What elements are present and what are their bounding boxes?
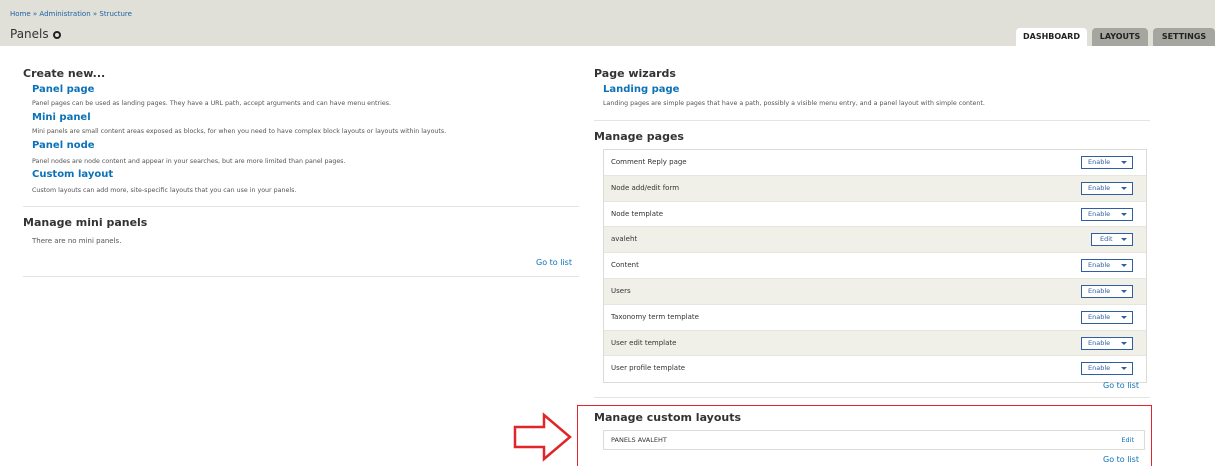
shortcut-icon[interactable]: [53, 31, 61, 39]
button-label: Enable: [1088, 364, 1111, 373]
breadcrumb-administration[interactable]: Administration: [39, 10, 90, 18]
enable-dropdown-button[interactable]: Enable: [1081, 259, 1133, 273]
table-row: PANELS AVALEHT Edit: [603, 430, 1145, 450]
manage-pages-table: Comment Reply page Enable Node add/edit …: [603, 149, 1147, 384]
layout-name: PANELS AVALEHT: [611, 436, 667, 444]
button-label: Enable: [1088, 158, 1111, 166]
page-name: Content: [611, 261, 639, 270]
caret-down-icon: [1121, 264, 1127, 268]
page-wizards-title: Page wizards: [594, 67, 676, 80]
pages-go-to-list-link[interactable]: Go to list: [1103, 381, 1139, 390]
table-row: Users Enable: [604, 278, 1146, 305]
page-name: Taxonomy term template: [611, 312, 699, 321]
page-name: Users: [611, 286, 631, 295]
edit-link[interactable]: Edit: [1121, 436, 1134, 444]
caret-down-icon: [1121, 289, 1127, 293]
divider: [23, 276, 579, 277]
divider: [594, 120, 1150, 121]
divider: [594, 397, 1150, 398]
button-label: Enable: [1088, 312, 1111, 321]
page-name: User edit template: [611, 338, 677, 347]
divider: [23, 206, 579, 207]
enable-dropdown-button[interactable]: Enable: [1081, 284, 1133, 298]
breadcrumb-structure[interactable]: Structure: [99, 10, 132, 18]
tab-layouts[interactable]: LAYOUTS: [1092, 28, 1148, 46]
table-row: User edit template Enable: [604, 330, 1146, 357]
create-new-title: Create new...: [23, 67, 106, 80]
enable-dropdown-button[interactable]: Enable: [1081, 207, 1133, 221]
page-header: Home » Administration » Structure Panels…: [0, 0, 1215, 46]
manage-mini-panels-title: Manage mini panels: [23, 216, 148, 229]
table-row: Comment Reply page Enable: [604, 150, 1146, 176]
panel-page-description: Panel pages can be used as landing pages…: [32, 100, 392, 107]
page-title: Panels: [10, 27, 49, 41]
caret-down-icon: [1121, 212, 1127, 216]
landing-page-description: Landing pages are simple pages that have…: [603, 100, 985, 107]
enable-dropdown-button[interactable]: Enable: [1081, 156, 1133, 169]
panel-node-link[interactable]: Panel node: [32, 140, 95, 151]
manage-pages-title: Manage pages: [594, 130, 684, 143]
page-name: User profile template: [611, 364, 686, 373]
table-row: Taxonomy term template Enable: [604, 304, 1146, 331]
breadcrumb: Home » Administration » Structure: [10, 10, 132, 18]
button-label: Enable: [1088, 209, 1111, 218]
table-row: User profile template Enable: [604, 356, 1146, 383]
page-name: avaleht: [611, 235, 638, 244]
enable-dropdown-button[interactable]: Enable: [1081, 310, 1133, 324]
tab-dashboard[interactable]: DASHBOARD: [1016, 28, 1087, 46]
button-label: Enable: [1088, 261, 1111, 270]
page-name: Node add/edit form: [611, 183, 680, 192]
table-row: avaleht Edit: [604, 227, 1146, 254]
table-row: Content Enable: [604, 253, 1146, 279]
caret-down-icon: [1121, 341, 1127, 345]
custom-layout-link[interactable]: Custom layout: [32, 169, 113, 180]
manage-custom-layouts-title: Manage custom layouts: [594, 411, 742, 424]
panel-node-description: Panel nodes are node content and appear …: [32, 158, 346, 165]
tab-settings[interactable]: SETTINGS: [1153, 28, 1215, 46]
button-label: Enable: [1088, 286, 1111, 295]
caret-down-icon: [1121, 161, 1127, 164]
table-row: Node template Enable: [604, 201, 1146, 228]
caret-down-icon: [1121, 367, 1127, 371]
caret-down-icon: [1121, 315, 1127, 319]
panel-page-link[interactable]: Panel page: [32, 84, 94, 95]
landing-page-link[interactable]: Landing page: [603, 84, 679, 95]
mini-panel-description: Mini panels are small content areas expo…: [32, 128, 447, 135]
enable-dropdown-button[interactable]: Enable: [1081, 362, 1133, 376]
custom-layouts-go-to-list-link[interactable]: Go to list: [1103, 455, 1139, 464]
mini-panel-link[interactable]: Mini panel: [32, 112, 91, 123]
custom-layout-description: Custom layouts can add more, site-specif…: [32, 187, 297, 194]
button-label: Edit: [1100, 235, 1113, 244]
page-name: Comment Reply page: [611, 158, 687, 166]
table-row: Node add/edit form Enable: [604, 175, 1146, 202]
arrow-right-icon: [513, 412, 572, 462]
caret-down-icon: [1121, 238, 1127, 242]
caret-down-icon: [1121, 186, 1127, 190]
page-name: Node template: [611, 209, 664, 218]
edit-dropdown-button[interactable]: Edit: [1091, 233, 1133, 247]
enable-dropdown-button[interactable]: Enable: [1081, 181, 1133, 195]
breadcrumb-home[interactable]: Home: [10, 10, 31, 18]
mini-panels-go-to-list-link[interactable]: Go to list: [536, 258, 572, 267]
enable-dropdown-button[interactable]: Enable: [1081, 336, 1133, 350]
button-label: Enable: [1088, 183, 1111, 192]
no-mini-panels-text: There are no mini panels.: [32, 237, 122, 245]
button-label: Enable: [1088, 338, 1111, 347]
